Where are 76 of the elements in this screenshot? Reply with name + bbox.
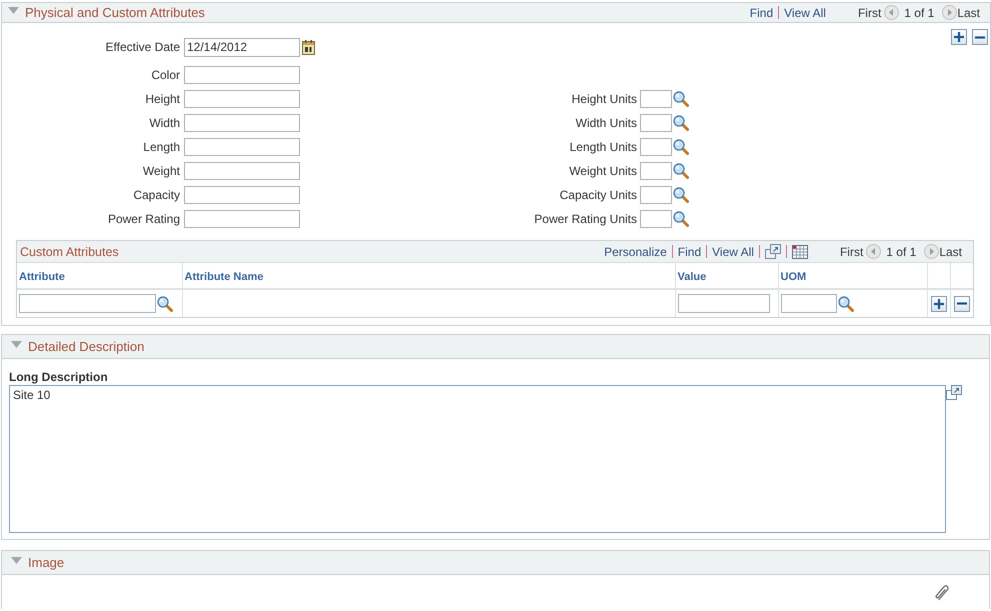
plus-icon — [934, 298, 944, 308]
input-field[interactable] — [184, 66, 300, 84]
section-title: Detailed Description — [28, 339, 144, 354]
last-link[interactable]: Last — [957, 6, 980, 20]
delete-row-button[interactable] — [972, 29, 988, 45]
section-title: Physical and Custom Attributes — [25, 5, 205, 20]
search-icon[interactable] — [673, 139, 689, 155]
input-field[interactable] — [780, 294, 836, 313]
field-label: Power Rating — [108, 212, 180, 226]
date-input-field[interactable]: 12/14/2012 — [184, 38, 300, 56]
search-icon[interactable] — [673, 115, 689, 131]
search-icon[interactable] — [673, 187, 689, 203]
field-label: Capacity Units — [560, 188, 637, 202]
input-field[interactable] — [184, 90, 300, 108]
add-row-button[interactable] — [930, 296, 946, 312]
field-label: Width — [149, 116, 180, 130]
triangle-icon[interactable] — [8, 7, 19, 14]
calendar-icon[interactable] — [302, 40, 315, 54]
field-label: Color — [151, 68, 180, 82]
triangle-icon[interactable] — [11, 557, 22, 564]
search-icon[interactable] — [673, 91, 689, 107]
grid-title: Custom Attributes — [20, 244, 119, 258]
search-icon[interactable] — [673, 163, 689, 179]
first-link[interactable]: First — [840, 244, 864, 258]
toolbar-link[interactable]: Find — [750, 6, 774, 20]
field-label: Effective Date — [106, 40, 180, 54]
input-field[interactable] — [640, 138, 672, 156]
field-label: Length Units — [570, 140, 637, 154]
field-label: Width Units — [576, 116, 637, 130]
input-field[interactable] — [640, 90, 672, 108]
minus-icon — [956, 302, 967, 305]
column-header: UOM — [780, 270, 806, 282]
input-field[interactable] — [678, 294, 770, 313]
field-label: Capacity — [133, 188, 180, 202]
delete-row-button[interactable] — [954, 296, 970, 312]
section-title: Image — [28, 555, 64, 570]
field-label: Long Description — [9, 370, 108, 384]
input-field[interactable] — [19, 294, 156, 313]
expand-icon[interactable] — [946, 385, 962, 400]
triangle-icon[interactable] — [11, 341, 22, 348]
search-icon[interactable] — [838, 296, 854, 312]
column-header: Value — [678, 270, 706, 282]
input-field[interactable] — [184, 138, 300, 156]
field-label: Length — [143, 140, 180, 154]
toolbar-link[interactable]: Personalize — [604, 244, 667, 258]
input-field[interactable] — [184, 186, 300, 204]
toolbar-link[interactable]: View All — [784, 6, 826, 20]
column-header: Attribute Name — [184, 270, 264, 282]
input-field[interactable] — [640, 210, 672, 228]
search-icon[interactable] — [673, 211, 689, 227]
input-field[interactable] — [184, 162, 300, 180]
first-link[interactable]: First — [858, 6, 882, 20]
field-label: Power Rating Units — [534, 212, 637, 226]
input-field[interactable] — [184, 210, 300, 228]
field-label: Height Units — [572, 92, 637, 106]
toolbar-link[interactable]: View All — [712, 244, 754, 258]
input-field[interactable] — [640, 162, 672, 180]
minus-icon — [975, 36, 985, 38]
input-field[interactable] — [184, 114, 300, 132]
add-row-button[interactable] — [951, 29, 967, 45]
field-label: Weight Units — [569, 164, 637, 178]
field-label: Weight — [142, 164, 180, 178]
long-description-field[interactable]: Site 10 — [9, 385, 946, 533]
toolbar-link[interactable]: Find — [678, 244, 702, 258]
spreadsheet-icon[interactable] — [792, 244, 808, 258]
input-field[interactable] — [640, 186, 672, 204]
page-count: 1 of 1 — [886, 244, 916, 258]
expand-icon[interactable] — [764, 244, 781, 259]
column-header: Attribute — [19, 270, 65, 282]
input-field[interactable] — [640, 114, 672, 132]
search-icon[interactable] — [157, 296, 173, 312]
paperclip-icon[interactable] — [934, 583, 950, 601]
plus-icon — [954, 32, 964, 42]
last-link[interactable]: Last — [939, 244, 962, 258]
field-label: Height — [145, 92, 180, 106]
page-count: 1 of 1 — [904, 6, 934, 20]
